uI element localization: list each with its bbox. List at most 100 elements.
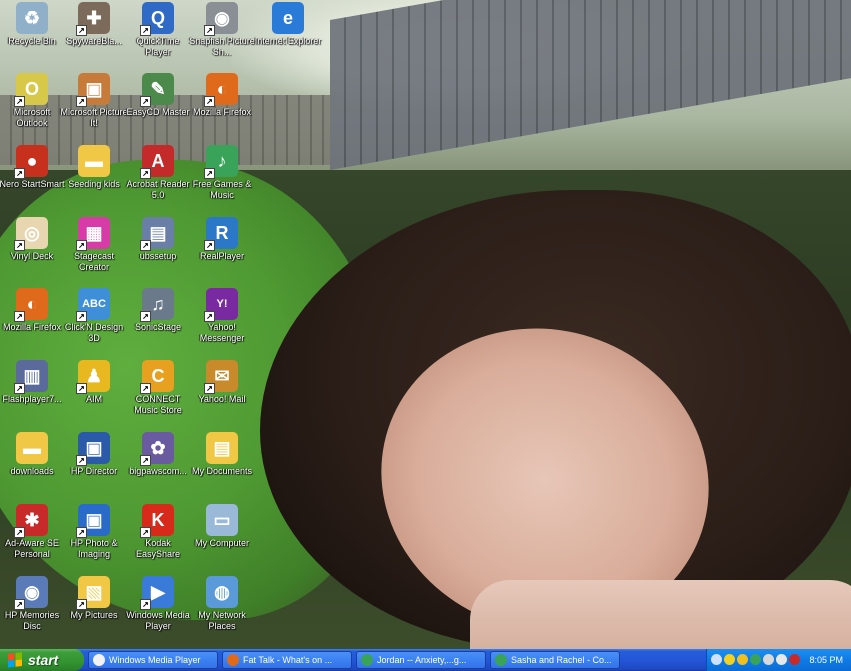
network-icon[interactable]: [763, 654, 774, 665]
desktop-icon[interactable]: ♪ ↗ Free Games & Music: [186, 145, 258, 217]
wallpaper-arm: [470, 580, 851, 649]
desktop-icon[interactable]: ✚ ↗ SpywareBla...: [58, 2, 130, 74]
shortcut-arrow-icon: ↗: [14, 383, 25, 394]
shortcut-arrow-icon: ↗: [76, 383, 87, 394]
desktop-icon[interactable]: ▤ ↗ ubssetup: [122, 217, 194, 289]
desktop-icon-label: My Computer: [194, 538, 249, 548]
msn-messenger-icon: [361, 654, 373, 666]
desktop-icon[interactable]: ▶ ↗ Windows Media Player: [122, 576, 194, 648]
desktop-icon[interactable]: ABC ↗ Click'N Design 3D: [58, 288, 130, 360]
yahoo-messenger-icon: Y! ↗: [204, 288, 238, 322]
taskbar-button-label: Fat Talk - What's on ...: [243, 655, 333, 665]
desktop-icon[interactable]: ▣ ↗ HP Director: [58, 432, 130, 504]
aim-icon[interactable]: [737, 654, 748, 665]
shortcut-arrow-icon: ↗: [140, 25, 151, 36]
desktop-icon-label: Seeding kids: [68, 179, 120, 189]
shortcut-arrow-icon: ↗: [76, 240, 87, 251]
taskbar-button-label: Jordan -- Anxiety,...g...: [377, 655, 467, 665]
stagecast-icon: ▦ ↗: [76, 217, 110, 251]
desktop-icon-label: My Pictures: [70, 610, 118, 620]
start-label: start: [28, 652, 59, 668]
desktop-icon[interactable]: ♟ ↗ AIM: [58, 360, 130, 432]
desktop-icon[interactable]: ▦ ↗ Stagecast Creator: [58, 217, 130, 289]
desktop-icon-label: Yahoo! Mail: [198, 394, 246, 404]
msn-messenger-icon: [495, 654, 507, 666]
desktop-icon[interactable]: ◉ ↗ Snapfish Picture Sh...: [186, 2, 258, 74]
desktop-icon-label: ubssetup: [139, 251, 177, 261]
desktop-icon-label: Snapfish Picture Sh...: [189, 36, 255, 57]
security-icon[interactable]: [789, 654, 800, 665]
shortcut-arrow-icon: ↗: [140, 96, 151, 107]
shortcut-arrow-icon: ↗: [140, 311, 151, 322]
desktop-icon-label: bigpawscom...: [129, 466, 187, 476]
taskbar-button[interactable]: Sasha and Rachel - Co...: [490, 651, 620, 669]
desktop-icon[interactable]: ▣ ↗ Microsoft Picture It!: [58, 73, 130, 145]
taskbar-button[interactable]: Fat Talk - What's on ...: [222, 651, 352, 669]
desktop-icon[interactable]: ✉ ↗ Yahoo! Mail: [186, 360, 258, 432]
desktop-icon-label: Kodak EasyShare: [135, 538, 181, 559]
folder-icon: ▬: [16, 432, 48, 464]
desktop-icon-label: My Documents: [191, 466, 253, 476]
desktop-icon[interactable]: Y! ↗ Yahoo! Messenger: [186, 288, 258, 360]
shortcut-arrow-icon: ↗: [76, 599, 87, 610]
desktop-icon[interactable]: ▬ Seeding kids: [58, 145, 130, 217]
desktop-icon-label: Mozilla Firefox: [192, 107, 251, 117]
hp-memories-icon: ◉ ↗: [14, 576, 48, 610]
connect-music-icon: C ↗: [140, 360, 174, 394]
desktop-icon-label: My Network Places: [198, 610, 246, 631]
desktop-icon[interactable]: ◍ My Network Places: [186, 576, 258, 648]
desktop-icon[interactable]: A ↗ Acrobat Reader 5.0: [122, 145, 194, 217]
desktop-icon-label: QuickTime Player: [136, 36, 180, 57]
system-tray: 8:05 PM: [706, 649, 851, 671]
desktop-icon[interactable]: e Internet Explorer: [252, 2, 324, 74]
my-network-places-icon: ◍: [206, 576, 238, 608]
desktop-icon[interactable]: ▤ My Documents: [186, 432, 258, 504]
desktop-icon-label: Microsoft Picture It!: [60, 107, 128, 128]
bigpaws-icon: ✿ ↗: [140, 432, 174, 466]
desktop-icon-label: CONNECT Music Store: [134, 394, 182, 415]
windows-logo-icon: [8, 652, 22, 668]
start-button[interactable]: start: [0, 649, 84, 671]
shortcut-arrow-icon: ↗: [204, 96, 215, 107]
shortcut-arrow-icon: ↗: [204, 311, 215, 322]
hp-director-icon: ▣ ↗: [76, 432, 110, 466]
firefox-icon: ◐ ↗: [14, 288, 48, 322]
taskbar-button-label: Sasha and Rachel - Co...: [511, 655, 612, 665]
msn-messenger-icon[interactable]: [750, 654, 761, 665]
folder-icon: ▬: [78, 145, 110, 177]
chevron-left-icon[interactable]: [711, 654, 722, 665]
desktop-icon-label: Windows Media Player: [126, 610, 190, 631]
taskbar: start Windows Media Player Fat Talk - Wha…: [0, 649, 851, 671]
taskbar-button[interactable]: Windows Media Player: [88, 651, 218, 669]
desktop-icon[interactable]: K ↗ Kodak EasyShare: [122, 504, 194, 576]
my-computer-icon: ▭: [206, 504, 238, 536]
desktop-icon[interactable]: ♫ ↗ SonicStage: [122, 288, 194, 360]
desktop-icon[interactable]: ▣ ↗ HP Photo & Imaging: [58, 504, 130, 576]
shortcut-arrow-icon: ↗: [76, 96, 87, 107]
shortcut-arrow-icon: ↗: [204, 240, 215, 251]
taskbar-button[interactable]: Jordan -- Anxiety,...g...: [356, 651, 486, 669]
desktop-icon[interactable]: C ↗ CONNECT Music Store: [122, 360, 194, 432]
shortcut-arrow-icon: ↗: [76, 311, 87, 322]
firefox-icon: [227, 654, 239, 666]
volume-icon[interactable]: [776, 654, 787, 665]
desktop-icon-label: Click'N Design 3D: [64, 322, 124, 343]
shortcut-arrow-icon: ↗: [14, 599, 25, 610]
desktop-icon[interactable]: ▭ My Computer: [186, 504, 258, 576]
clock[interactable]: 8:05 PM: [809, 649, 843, 671]
desktop-icon[interactable]: R ↗ RealPlayer: [186, 217, 258, 289]
shortcut-arrow-icon: ↗: [140, 527, 151, 538]
desktop-icon[interactable]: ◐ ↗ Mozilla Firefox: [186, 73, 258, 145]
wallpaper-fence-right: [330, 0, 851, 171]
desktop-icon[interactable]: Q ↗ QuickTime Player: [122, 2, 194, 74]
my-documents-icon: ▤: [206, 432, 238, 464]
outlook-icon: O ↗: [14, 73, 48, 107]
desktop-icon[interactable]: ✿ ↗ bigpawscom...: [122, 432, 194, 504]
yahoo-messenger-icon[interactable]: [724, 654, 735, 665]
desktop-icon[interactable]: ✎ ↗ EasyCD Master: [122, 73, 194, 145]
sonicstage-icon: ♫ ↗: [140, 288, 174, 322]
desktop-icon-label: SonicStage: [134, 322, 182, 332]
desktop-icon[interactable]: ▧ ↗ My Pictures: [58, 576, 130, 648]
firefox-icon: ◐ ↗: [204, 73, 238, 107]
desktop-icon-label: RealPlayer: [199, 251, 245, 261]
